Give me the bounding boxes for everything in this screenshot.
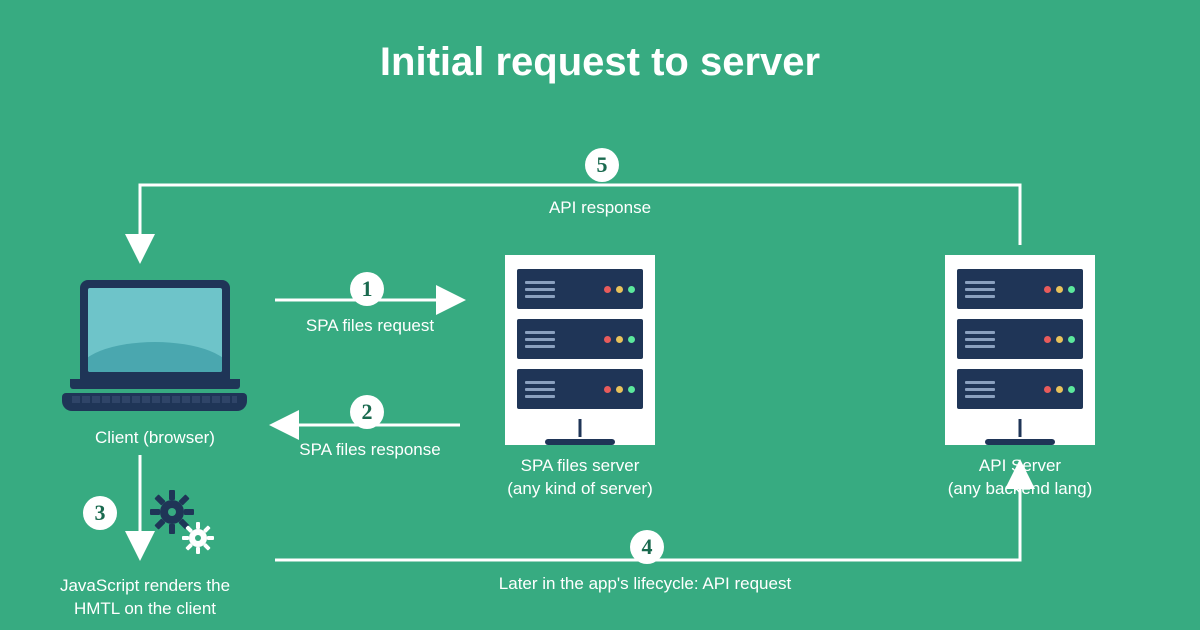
api-server-label: API Server (any backend lang) — [905, 455, 1135, 501]
client-laptop-icon — [70, 280, 240, 411]
spa-server-icon — [505, 255, 655, 445]
step-3-label: JavaScript renders the HMTL on the clien… — [35, 575, 255, 621]
gear-icon — [150, 490, 220, 565]
spa-server-label: SPA files server (any kind of server) — [470, 455, 690, 501]
api-server-icon — [945, 255, 1095, 445]
step-5-label: API response — [500, 198, 700, 218]
step-badge-3: 3 — [83, 496, 117, 530]
client-label: Client (browser) — [60, 428, 250, 448]
step-badge-4: 4 — [630, 530, 664, 564]
step-badge-5: 5 — [585, 148, 619, 182]
diagram-title: Initial request to server — [0, 40, 1200, 85]
step-4-label: Later in the app's lifecycle: API reques… — [430, 574, 860, 594]
step-badge-2: 2 — [350, 395, 384, 429]
step-1-label: SPA files request — [275, 316, 465, 336]
step-2-label: SPA files response — [270, 440, 470, 460]
step-badge-1: 1 — [350, 272, 384, 306]
